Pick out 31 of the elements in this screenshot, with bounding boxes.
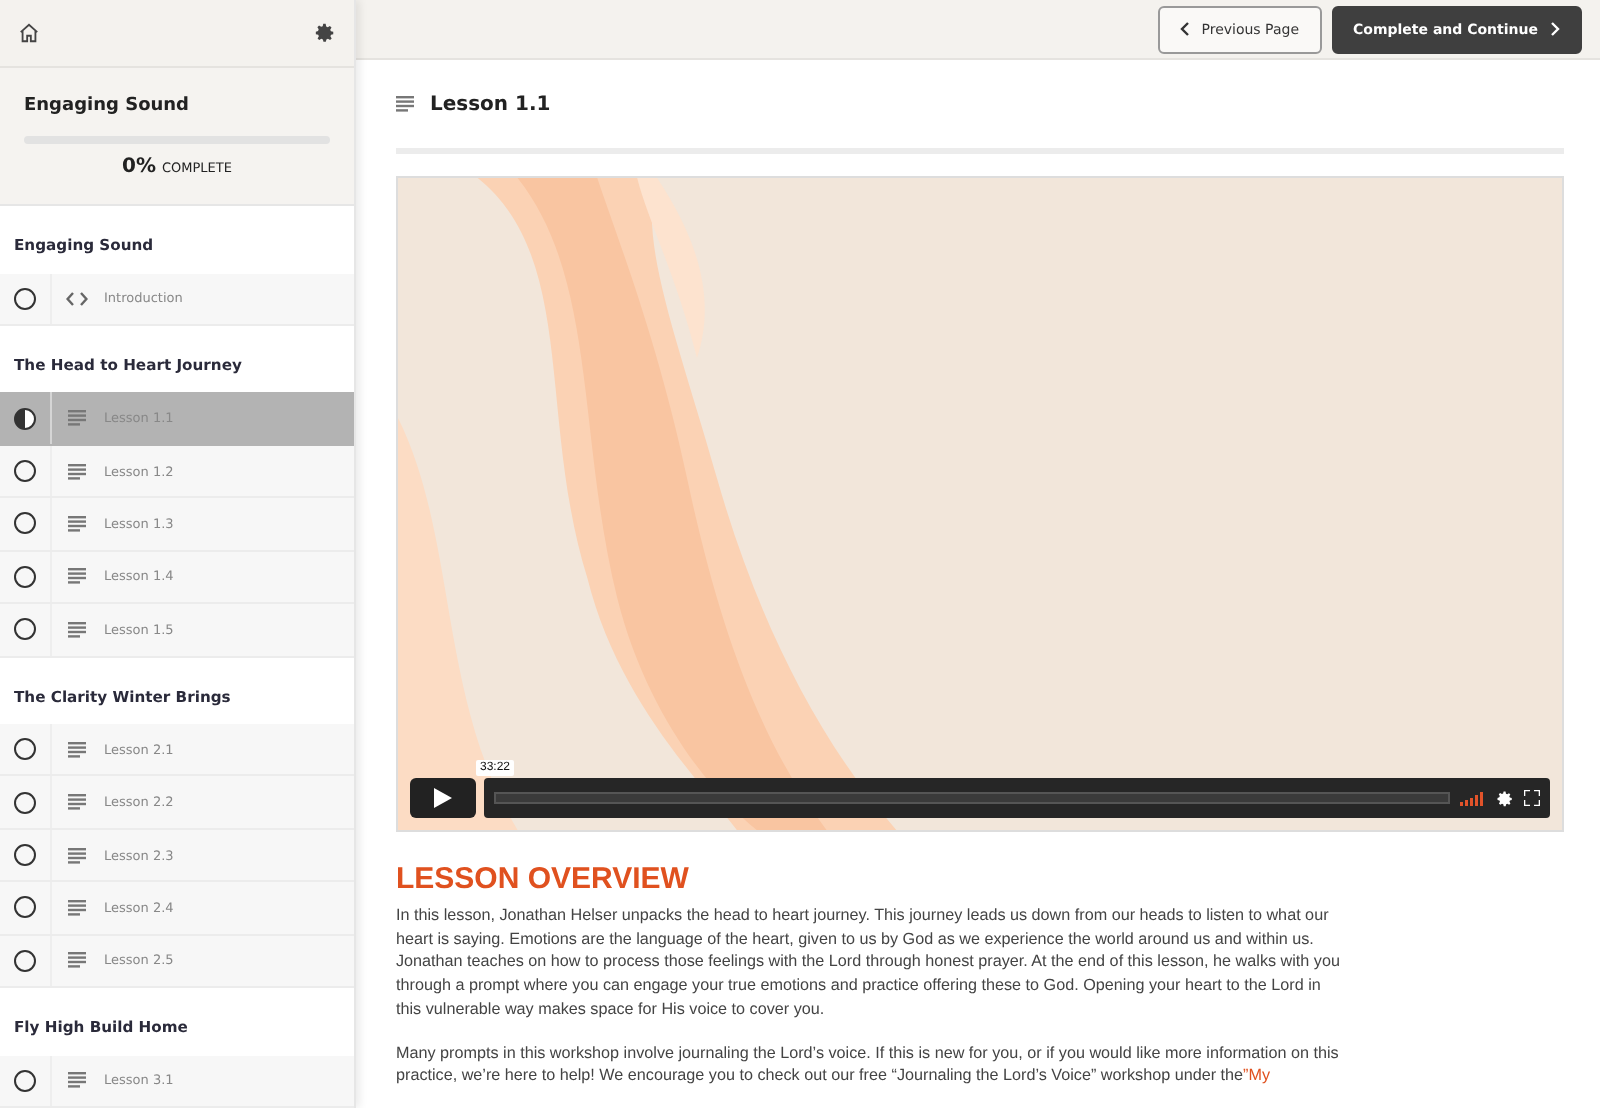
home-button[interactable] bbox=[18, 22, 40, 45]
progress-percent: 0% bbox=[122, 156, 156, 179]
play-icon bbox=[434, 788, 452, 809]
settings-button[interactable] bbox=[314, 22, 336, 45]
overview-heading: LESSON OVERVIEW bbox=[396, 862, 691, 897]
text-lines-icon bbox=[68, 568, 86, 585]
chevron-left-icon bbox=[1179, 22, 1190, 37]
lesson-heading: Lesson 1.1 bbox=[430, 93, 551, 116]
home-icon bbox=[18, 22, 40, 45]
course-title: Engaging Sound bbox=[24, 96, 192, 117]
text-lines-icon bbox=[68, 741, 86, 758]
play-button[interactable] bbox=[410, 778, 476, 819]
text-lines-icon bbox=[68, 899, 86, 916]
text-lines-icon bbox=[68, 952, 86, 969]
workshop-link[interactable]: ”My bbox=[1243, 1066, 1271, 1085]
settings-icon bbox=[1496, 789, 1514, 808]
text-lines-icon bbox=[396, 96, 414, 113]
overview-paragraph: Many prompts in this workshop involve journaling the Lord’s voice. If this is new for you, or if you would like more information on this practice, we’re here to help! We encourage you to check out our free “Journaling the Lord’s Voice” workshop under the”My bbox=[396, 1041, 1340, 1088]
overview-paragraph: In this lesson, Jonathan Helser unpacks the head to heart journey. This journey leads us down from our heads to listen to what our heart is saying. Emotions are the language of the heart, given to us by God as we experience the world around us and within us. Jonathan teaches on how to process those feelings with the Lord through honest prayer. At the end of this lesson, he walks with you through a prompt where you can engage your true emotions and practice offering these to God. Opening your heart to the Lord in this vulnerable way makes space for His voice to cover you. bbox=[396, 904, 1340, 1022]
settings-icon bbox=[314, 22, 336, 45]
text-lines-icon bbox=[68, 463, 86, 479]
fullscreen-icon[interactable] bbox=[1524, 790, 1540, 807]
volume-icon[interactable] bbox=[1460, 791, 1486, 806]
chevron-right-icon bbox=[1550, 22, 1560, 37]
text-lines-icon bbox=[68, 847, 86, 864]
text-lines-icon bbox=[68, 794, 86, 811]
text-lines-icon bbox=[68, 621, 86, 638]
text-lines-icon bbox=[68, 515, 86, 532]
text-lines-icon bbox=[68, 1072, 86, 1089]
text-lines-icon bbox=[68, 410, 86, 427]
code-icon bbox=[66, 291, 88, 306]
